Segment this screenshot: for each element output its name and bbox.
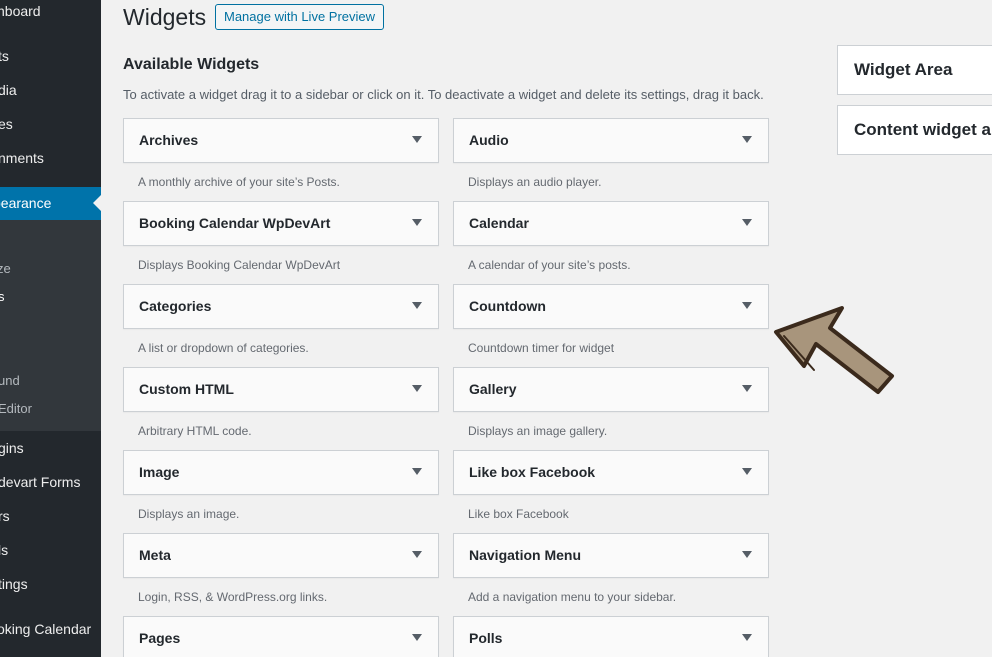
menu-item-comments[interactable]: nments bbox=[0, 143, 101, 173]
annotation-arrow-icon bbox=[774, 306, 894, 394]
menu-item-tools[interactable]: ls bbox=[0, 535, 101, 565]
menu-item-label: pearance bbox=[0, 195, 52, 211]
menu-item-label: dia bbox=[0, 82, 17, 98]
widget-toggle-arrow-icon[interactable] bbox=[412, 468, 422, 475]
page-title: Widgets bbox=[123, 4, 207, 30]
menu-item-plugins[interactable]: gins bbox=[0, 433, 101, 463]
widget-toggle-arrow-icon[interactable] bbox=[412, 551, 422, 558]
menu-item-label: ts bbox=[0, 48, 9, 64]
menu-item-label: tings bbox=[0, 576, 28, 592]
widget-description: Like box Facebook bbox=[468, 507, 569, 521]
submenu-item-editor[interactable]: Editor bbox=[0, 397, 101, 421]
menu-item-settings[interactable]: tings bbox=[0, 569, 101, 599]
submenu-item-background[interactable]: und bbox=[0, 369, 101, 393]
widget-item[interactable]: Navigation Menu bbox=[453, 533, 769, 578]
widget-toggle-arrow-icon[interactable] bbox=[412, 302, 422, 309]
widget-description: Displays an image. bbox=[138, 507, 240, 521]
widget-area-title: Content widget ar bbox=[854, 120, 992, 139]
menu-item-media[interactable]: dia bbox=[0, 75, 101, 105]
widget-toggle-arrow-icon[interactable] bbox=[742, 219, 752, 226]
widget-description: Add a navigation menu to your sidebar. bbox=[468, 590, 677, 604]
menu-item-label: devart Forms bbox=[0, 474, 81, 490]
menu-item-label: rs bbox=[0, 508, 10, 524]
menu-item-label: gins bbox=[0, 440, 24, 456]
submenu-item-label: Editor bbox=[0, 401, 32, 416]
widget-toggle-arrow-icon[interactable] bbox=[412, 136, 422, 143]
widget-toggle-arrow-icon[interactable] bbox=[412, 634, 422, 641]
widget-item[interactable]: Booking Calendar WpDevArt bbox=[123, 201, 439, 246]
current-menu-notch bbox=[93, 195, 101, 211]
widget-title: Meta bbox=[139, 547, 171, 563]
widget-title: Archives bbox=[139, 132, 199, 148]
menu-item-label: ls bbox=[0, 542, 9, 558]
widget-item[interactable]: Countdown bbox=[453, 284, 769, 329]
widget-item[interactable]: Categories bbox=[123, 284, 439, 329]
widget-toggle-arrow-icon[interactable] bbox=[742, 634, 752, 641]
widget-description: Countdown timer for widget bbox=[468, 341, 615, 355]
widget-area-title: Widget Area bbox=[854, 60, 953, 79]
widget-description: Login, RSS, & WordPress.org links. bbox=[138, 590, 328, 604]
menu-item-label: oking Calendar bbox=[0, 621, 92, 637]
widget-toggle-arrow-icon[interactable] bbox=[742, 302, 752, 309]
submenu-item-customize[interactable]: ze bbox=[0, 257, 101, 281]
widget-area-sidebar[interactable]: Widget Area bbox=[837, 45, 992, 95]
widget-item[interactable]: Archives bbox=[123, 118, 439, 163]
submenu-item-label: s bbox=[0, 289, 5, 304]
available-widgets-title: Available Widgets bbox=[123, 56, 260, 73]
widget-title: Countdown bbox=[469, 298, 546, 314]
widget-toggle-arrow-icon[interactable] bbox=[742, 551, 752, 558]
menu-item-label: nments bbox=[0, 150, 44, 166]
widget-item[interactable]: Image bbox=[123, 450, 439, 495]
admin-sidebar: hboard ts dia es nments pearance ze s un… bbox=[0, 0, 101, 657]
widget-title: Categories bbox=[139, 298, 212, 314]
widget-item[interactable]: Calendar bbox=[453, 201, 769, 246]
widget-title: Booking Calendar WpDevArt bbox=[139, 215, 331, 231]
widget-title: Calendar bbox=[469, 215, 529, 231]
submenu-item-label: und bbox=[0, 373, 20, 388]
widget-description: Displays an audio player. bbox=[468, 175, 602, 189]
available-widgets-description: To activate a widget drag it to a sideba… bbox=[123, 87, 764, 102]
menu-item-booking-calendar[interactable]: oking Calendar bbox=[0, 614, 101, 644]
widget-toggle-arrow-icon[interactable] bbox=[742, 385, 752, 392]
widget-description: A monthly archive of your site’s Posts. bbox=[138, 175, 340, 189]
widget-title: Custom HTML bbox=[139, 381, 234, 397]
widget-description: Displays Booking Calendar WpDevArt bbox=[138, 258, 341, 272]
widget-description: A list or dropdown of categories. bbox=[138, 341, 309, 355]
menu-item-pages[interactable]: es bbox=[0, 109, 101, 139]
widget-item[interactable]: Gallery bbox=[453, 367, 769, 412]
menu-item-posts[interactable]: ts bbox=[0, 41, 101, 71]
widget-title: Gallery bbox=[469, 381, 517, 397]
widget-description: Arbitrary HTML code. bbox=[138, 424, 252, 438]
widget-description: Displays an image gallery. bbox=[468, 424, 608, 438]
widget-title: Polls bbox=[469, 630, 503, 646]
widget-toggle-arrow-icon[interactable] bbox=[742, 136, 752, 143]
widget-title: Navigation Menu bbox=[469, 547, 582, 563]
widget-item[interactable]: Audio bbox=[453, 118, 769, 163]
manage-live-preview-button[interactable]: Manage with Live Preview bbox=[215, 4, 385, 30]
widget-description: A calendar of your site’s posts. bbox=[468, 258, 631, 272]
widget-item[interactable]: Meta bbox=[123, 533, 439, 578]
widget-area-content[interactable]: Content widget ar bbox=[837, 105, 992, 155]
widget-title: Audio bbox=[469, 132, 509, 148]
widget-toggle-arrow-icon[interactable] bbox=[412, 385, 422, 392]
widget-item[interactable]: Pages bbox=[123, 616, 439, 657]
menu-item-users[interactable]: rs bbox=[0, 501, 101, 531]
widget-item[interactable]: Polls bbox=[453, 616, 769, 657]
widget-toggle-arrow-icon[interactable] bbox=[412, 219, 422, 226]
submenu-item-widgets[interactable]: s bbox=[0, 285, 101, 309]
widget-item[interactable]: Custom HTML bbox=[123, 367, 439, 412]
menu-item-label: es bbox=[0, 116, 13, 132]
widget-title: Pages bbox=[139, 630, 181, 646]
widget-title: Like box Facebook bbox=[469, 464, 596, 480]
widget-item[interactable]: Like box Facebook bbox=[453, 450, 769, 495]
submenu-item-label: ze bbox=[0, 261, 11, 276]
menu-item-dashboard[interactable]: hboard bbox=[0, 0, 101, 26]
menu-item-label: hboard bbox=[0, 3, 41, 19]
widget-toggle-arrow-icon[interactable] bbox=[742, 468, 752, 475]
widget-title: Image bbox=[139, 464, 180, 480]
menu-item-appearance[interactable]: pearance bbox=[0, 187, 101, 220]
menu-item-wpdevart-forms[interactable]: devart Forms bbox=[0, 467, 101, 497]
